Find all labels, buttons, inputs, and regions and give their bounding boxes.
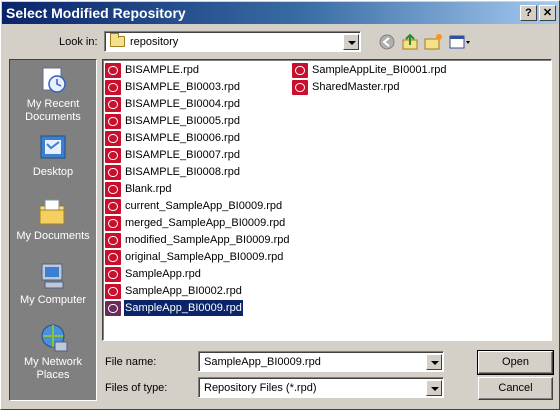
repository-file-icon	[105, 301, 121, 316]
file-name: BISAMPLE_BI0004.rpd	[125, 98, 240, 110]
open-button[interactable]: Open	[477, 350, 554, 375]
repository-file-icon	[105, 250, 121, 265]
place-label: Desktop	[32, 166, 74, 178]
file-name: SharedMaster.rpd	[312, 81, 400, 93]
file-name: BISAMPLE_BI0007.rpd	[125, 149, 240, 161]
place-label: My Documents	[16, 230, 90, 242]
file-name-input[interactable]: SampleApp_BI0009.rpd	[198, 351, 444, 372]
file-name: current_SampleApp_BI0009.rpd	[125, 200, 283, 212]
look-in-value: repository	[130, 36, 179, 48]
repository-file-icon	[105, 267, 121, 282]
close-button[interactable]: ✕	[539, 5, 556, 21]
look-in-label: Look in:	[59, 36, 98, 48]
my-computer-icon	[41, 263, 64, 289]
up-folder-icon[interactable]	[400, 33, 420, 51]
repository-file-icon	[292, 80, 308, 95]
file-name-value: SampleApp_BI0009.rpd	[204, 356, 321, 368]
place-desktop[interactable]: Desktop	[10, 132, 96, 179]
repository-file-icon	[105, 97, 121, 112]
file-name: SampleApp_BI0009.rpd	[123, 299, 244, 317]
file-name: merged_SampleApp_BI0009.rpd	[125, 217, 286, 229]
desktop-icon	[40, 135, 66, 159]
files-of-type-value: Repository Files (*.rpd)	[204, 382, 317, 394]
chevron-down-icon[interactable]	[343, 34, 359, 50]
place-recent-documents[interactable]: My Recent Documents	[10, 64, 96, 124]
place-label: My Recent Documents	[25, 98, 81, 123]
file-name: BISAMPLE_BI0005.rpd	[125, 115, 240, 127]
dialog-window: Select Modified Repository ? ✕ Look in: …	[0, 0, 560, 410]
files-of-type-dropdown[interactable]: Repository Files (*.rpd)	[198, 377, 444, 398]
file-list[interactable]: BISAMPLE.rpd BISAMPLE_BI0003.rpd BISAMPLE_…	[102, 59, 552, 341]
files-of-type-label: Files of type:	[105, 382, 168, 394]
window-title: Select Modified Repository	[6, 5, 186, 21]
place-label: My Network Places	[23, 356, 83, 381]
repository-file-icon	[105, 182, 121, 197]
repository-file-icon	[105, 165, 121, 180]
repository-file-icon	[105, 233, 121, 248]
cancel-button[interactable]: Cancel	[478, 377, 553, 400]
file-name: BISAMPLE_BI0006.rpd	[125, 132, 240, 144]
places-bar: My Recent Documents Desktop My Documents	[9, 59, 97, 401]
chevron-down-icon[interactable]	[426, 354, 442, 370]
place-my-computer[interactable]: My Computer	[10, 260, 96, 307]
title-bar[interactable]: Select Modified Repository ? ✕	[2, 2, 558, 24]
help-button[interactable]: ?	[520, 5, 537, 21]
repository-file-icon	[292, 63, 308, 78]
file-name-label: File name:	[105, 356, 157, 368]
back-icon[interactable]	[377, 33, 397, 51]
network-places-icon	[41, 324, 68, 352]
place-my-documents[interactable]: My Documents	[10, 196, 96, 243]
file-name: BISAMPLE.rpd	[125, 64, 199, 76]
repository-file-icon	[105, 131, 121, 146]
file-name: SampleApp.rpd	[125, 268, 201, 280]
file-name: SampleApp_BI0002.rpd	[125, 285, 242, 297]
file-name: BISAMPLE_BI0003.rpd	[125, 81, 240, 93]
chevron-down-icon[interactable]	[426, 380, 442, 396]
file-name: original_SampleApp_BI0009.rpd	[125, 251, 284, 263]
look-in-dropdown[interactable]: repository	[104, 31, 361, 52]
new-folder-icon[interactable]	[423, 33, 443, 51]
repository-file-icon	[105, 148, 121, 163]
repository-file-icon	[105, 284, 121, 299]
file-name: BISAMPLE_BI0008.rpd	[125, 166, 240, 178]
repository-file-icon	[105, 114, 121, 129]
recent-documents-icon	[42, 67, 66, 93]
repository-file-icon	[105, 199, 121, 214]
file-name: SampleAppLite_BI0001.rpd	[312, 64, 447, 76]
view-menu-icon[interactable]	[448, 33, 472, 51]
folder-icon	[110, 33, 125, 47]
file-name: modified_SampleApp_BI0009.rpd	[125, 234, 290, 246]
repository-file-icon	[105, 216, 121, 231]
place-label: My Computer	[19, 294, 87, 306]
place-network-places[interactable]: My Network Places	[10, 322, 96, 382]
repository-file-icon	[105, 63, 121, 78]
my-documents-icon	[39, 199, 65, 225]
repository-file-icon	[105, 80, 121, 95]
file-name: Blank.rpd	[125, 183, 172, 195]
